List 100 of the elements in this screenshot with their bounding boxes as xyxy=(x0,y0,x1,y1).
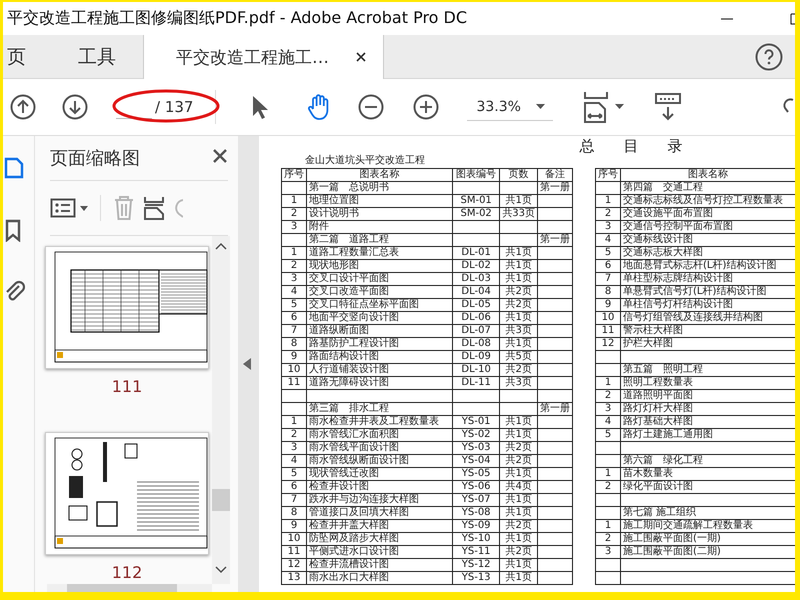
page-count: / 137 xyxy=(155,98,194,116)
table-cell: 绿化平面设计图 xyxy=(620,480,795,494)
page-thumbnail[interactable] xyxy=(45,432,209,555)
table-cell: 交叉口改造平面图 xyxy=(306,286,453,298)
table-cell: 4 xyxy=(282,286,306,298)
table-cell: 6 xyxy=(282,312,306,324)
table-cell: DL-06 xyxy=(452,312,500,324)
pointer-icon[interactable] xyxy=(250,94,268,120)
table-cell: SM-01 xyxy=(452,194,500,208)
zoom-in-icon[interactable] xyxy=(413,94,440,120)
table-cell: 6 xyxy=(596,260,620,272)
document-subtitle: 金山大道坑头平交改造工程 xyxy=(305,155,426,167)
table-cell: 第三篇 排水工程 xyxy=(306,402,453,416)
table-cell: 检查井井盖大样图 xyxy=(306,520,453,532)
table-cell: 1 xyxy=(596,194,620,208)
column-header: 页数 xyxy=(500,168,538,182)
close-icon[interactable] xyxy=(212,148,228,164)
table-cell: 共1页 xyxy=(500,194,538,208)
table-cell: 4 xyxy=(282,454,306,468)
table-cell: 单柱信号灯杆结构设计图 xyxy=(620,298,795,312)
fit-page-icon[interactable] xyxy=(583,90,610,124)
table-cell: 交通标志板大样图 xyxy=(620,246,795,260)
table-cell: YS-06 xyxy=(452,480,500,494)
table-cell: 共1页 xyxy=(500,494,538,506)
table-cell: 共2页 xyxy=(500,546,538,558)
table-cell: YS-03 xyxy=(452,442,500,454)
caret-icon xyxy=(80,206,88,210)
scroll-down-icon[interactable] xyxy=(215,566,227,574)
table-cell: 道路工程数量汇总表 xyxy=(306,246,453,260)
table-cell: 9 xyxy=(282,520,306,532)
page-thumbnail[interactable] xyxy=(45,246,209,369)
table-cell: 雨水管线汇水面积图 xyxy=(306,428,453,442)
table-cell: 交叉口设计平面图 xyxy=(306,272,453,286)
zoom-out-icon[interactable] xyxy=(358,94,384,120)
table-cell: 共1页 xyxy=(500,246,538,260)
table-cell: 共2页 xyxy=(500,298,538,312)
table-cell: DL-04 xyxy=(452,286,500,298)
table-cell: 2 xyxy=(596,532,620,546)
table-cell: 地面悬臂式标志杆(L杆)结构设计图 xyxy=(620,260,795,272)
table-cell: 1 xyxy=(282,194,306,208)
scrollbar[interactable] xyxy=(47,584,212,592)
panel-title: 页面缩略图 xyxy=(50,147,140,170)
table-cell: 1 xyxy=(282,416,306,428)
table-cell: 防坠网及踏步大样图 xyxy=(306,532,453,546)
table-cell: 12 xyxy=(596,338,620,350)
table-cell: 雨水检查井井表及工程数量表 xyxy=(306,416,453,428)
caret-icon xyxy=(615,104,624,110)
close-icon[interactable] xyxy=(355,51,367,63)
table-cell: 现状管线迁改图 xyxy=(306,468,453,480)
tab[interactable]: 工具 xyxy=(48,35,138,78)
table-cell: 5 xyxy=(596,428,620,442)
collapse-arrow-icon[interactable] xyxy=(243,358,251,370)
table-cell: 交通标线设计图 xyxy=(620,234,795,246)
help-icon[interactable] xyxy=(755,42,783,70)
table-cell: DL-01 xyxy=(452,246,500,260)
table-cell: 5 xyxy=(596,246,620,260)
table-cell: 3 xyxy=(596,220,620,234)
insert-page-icon[interactable] xyxy=(143,195,165,221)
scrollbar[interactable] xyxy=(212,236,230,584)
tab[interactable]: 平交改造工程施工… xyxy=(143,35,384,79)
table-cell: 第五篇 照明工程 xyxy=(620,364,795,376)
column-header: 图表名称 xyxy=(620,168,795,182)
table-cell: 路面结构设计图 xyxy=(306,350,453,364)
table-cell: 交通标志标线及信号灯控工程数量表 xyxy=(620,194,795,208)
window-title: 平交改造工程施工图修编图纸PDF.pdf - Adobe Acrobat Pro DC xyxy=(7,8,468,29)
table-cell: YS-09 xyxy=(452,520,500,532)
table-cell: DL-10 xyxy=(452,364,500,376)
table-cell: 共1页 xyxy=(500,572,538,584)
column-header: 图表名称 xyxy=(306,168,453,182)
page-icon[interactable] xyxy=(3,156,24,180)
table-cell: 检查井设计图 xyxy=(306,480,453,494)
zoom-dropdown[interactable]: 33.3% xyxy=(467,94,554,120)
table-cell: 10 xyxy=(282,532,306,546)
table-cell: 施工期间交通疏解工程数量表 xyxy=(620,520,795,532)
table-cell: 第一册 xyxy=(538,182,572,194)
table-cell: 共4页 xyxy=(500,480,538,494)
table-cell: 雨水出水口大样图 xyxy=(306,572,453,584)
table-cell: 4 xyxy=(596,416,620,428)
tab[interactable]: 页 xyxy=(3,35,48,78)
table-cell: 3 xyxy=(596,402,620,416)
table-cell: 道路无障碍设计图 xyxy=(306,376,453,390)
table-cell: 信号灯组管线及连接线井结构图 xyxy=(620,312,795,324)
table-cell: 10 xyxy=(596,312,620,324)
table-cell: 12 xyxy=(282,558,306,572)
table-cell: 交叉口特征点坐标平面图 xyxy=(306,298,453,312)
table-cell: 护栏大样图 xyxy=(620,338,795,350)
options-icon[interactable] xyxy=(50,197,76,219)
scroll-up-icon[interactable] xyxy=(215,242,227,250)
caret-icon xyxy=(536,104,546,110)
table-cell: 设计说明书 xyxy=(306,208,453,220)
table-cell: 路灯基础大样图 xyxy=(620,416,795,428)
table-cell: 警示柱大样图 xyxy=(620,324,795,338)
scrollbar-thumb[interactable] xyxy=(212,489,230,511)
table-cell: 2 xyxy=(596,390,620,402)
scan-icon[interactable] xyxy=(654,92,682,122)
page-number: 111 xyxy=(112,377,142,396)
table-cell: 第一册 xyxy=(538,234,572,246)
table-cell: YS-11 xyxy=(452,546,500,558)
page-heading: 总 目 录 xyxy=(580,137,694,155)
table-cell: YS-02 xyxy=(452,428,500,442)
